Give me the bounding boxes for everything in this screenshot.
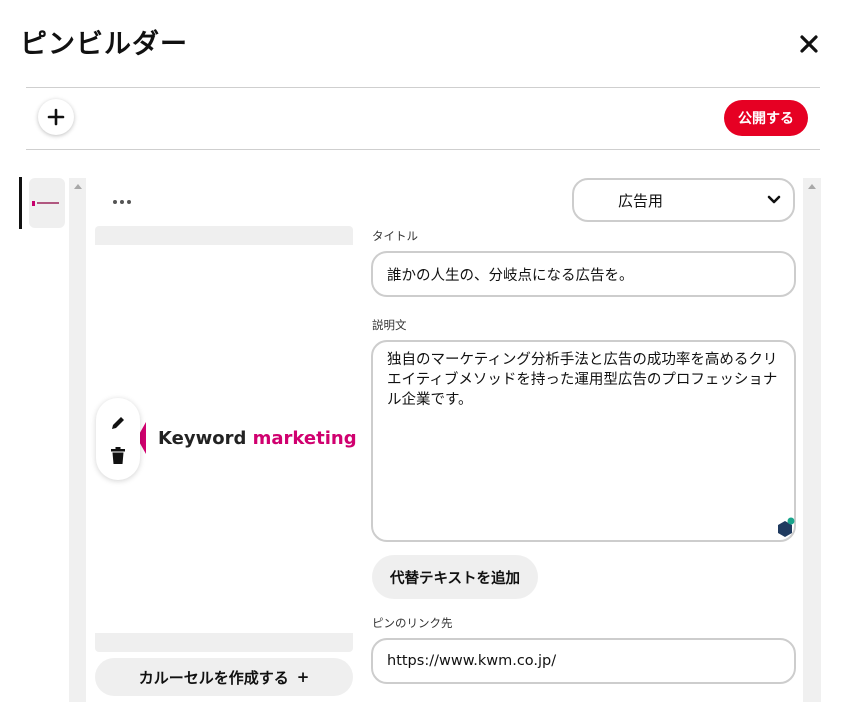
more-options-button[interactable] <box>108 192 136 212</box>
link-input[interactable]: https://www.kwm.co.jp/ <box>371 638 796 684</box>
add-alt-text-button[interactable]: 代替テキストを追加 <box>372 555 538 599</box>
page-title: ピンビルダー <box>20 29 188 60</box>
plus-icon: + <box>296 668 310 686</box>
create-carousel-button[interactable]: カルーセルを作成する + <box>95 658 353 696</box>
left-scrollbar[interactable] <box>69 178 86 702</box>
description-label: 説明文 <box>372 318 407 332</box>
close-button[interactable] <box>793 28 825 60</box>
dot-icon <box>127 200 131 204</box>
pencil-icon <box>112 416 124 429</box>
trash-icon <box>111 446 125 464</box>
image-tools <box>96 398 140 480</box>
title-label: タイトル <box>372 229 418 243</box>
scroll-up-arrow-icon <box>808 184 816 189</box>
description-textarea[interactable]: 独自のマーケティング分析手法と広告の成功率を高めるクリエイティブメソッドを持った… <box>371 340 796 542</box>
header-divider <box>26 87 820 88</box>
right-scrollbar[interactable] <box>803 178 821 702</box>
board-select[interactable]: 広告用 <box>572 178 795 222</box>
ai-assist-icon[interactable] <box>776 517 796 539</box>
toolbar-divider <box>26 149 820 150</box>
scroll-up-arrow-icon <box>73 184 82 189</box>
link-label: ピンのリンク先 <box>372 616 453 630</box>
publish-button[interactable]: 公開する <box>724 100 808 136</box>
title-input[interactable]: 誰かの人生の、分岐点になる広告を。 <box>371 251 796 297</box>
thumbnail-logo-image <box>32 199 62 207</box>
edit-button[interactable] <box>106 411 130 435</box>
pin-thumbnail[interactable] <box>29 178 65 228</box>
selected-thumb-indicator <box>19 177 22 229</box>
close-icon <box>800 35 818 53</box>
logo-text: Keyword marketing <box>158 427 357 449</box>
plus-icon <box>47 108 65 126</box>
delete-button[interactable] <box>106 444 130 468</box>
keyword-marketing-logo: Keyword marketing <box>137 422 357 454</box>
chevron-down-icon <box>767 195 781 204</box>
dot-icon <box>120 200 124 204</box>
add-pin-button[interactable] <box>38 99 74 135</box>
board-select-value: 広告用 <box>618 191 664 210</box>
dot-icon <box>113 200 117 204</box>
